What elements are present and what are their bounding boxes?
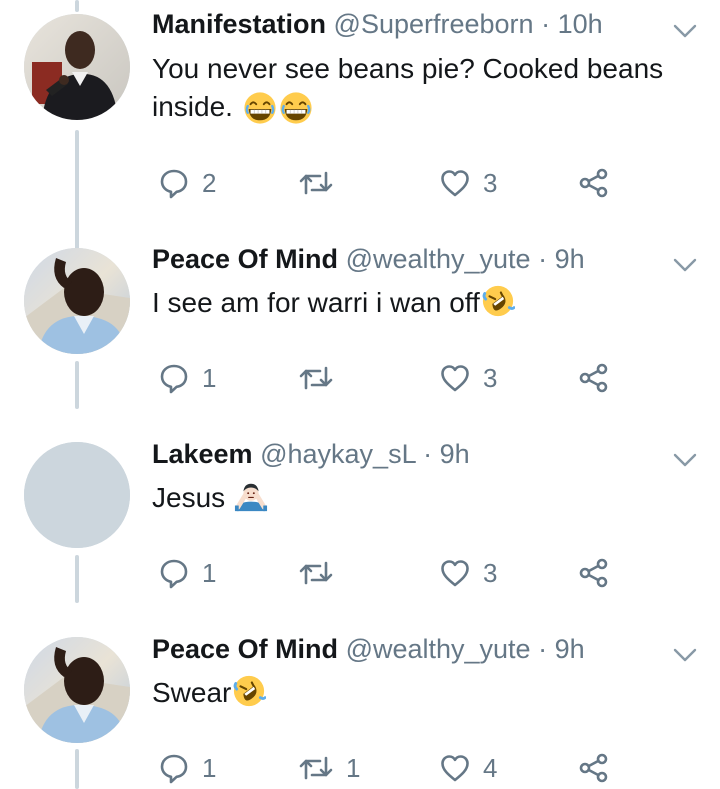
retweet-count: 1 <box>346 752 361 783</box>
chevron-down-icon[interactable] <box>672 256 698 274</box>
tweet-header: Peace Of Mind @wealthy_yute · 9h <box>152 632 585 666</box>
reply-count: 1 <box>202 752 217 783</box>
avatar-image <box>24 14 130 120</box>
like-button[interactable]: 3 <box>439 555 497 591</box>
heart-icon <box>439 167 471 199</box>
grinning-squint-emoji <box>243 91 277 125</box>
tweet-actions: 1 1 4 <box>158 750 628 786</box>
reply-button[interactable]: 1 <box>158 750 216 786</box>
avatar[interactable] <box>24 442 130 548</box>
user-handle[interactable]: @haykay_sL <box>260 439 416 469</box>
share-icon <box>578 167 610 199</box>
tweet-header: Manifestation @Superfreeborn · 10h <box>152 7 603 41</box>
thread-connector <box>75 0 79 12</box>
avatar[interactable] <box>24 637 130 743</box>
tweet-header: Peace Of Mind @wealthy_yute · 9h <box>152 242 585 276</box>
retweet-icon <box>298 167 334 199</box>
tweet-header: Lakeem @haykay_sL · 9h <box>152 437 470 471</box>
display-name[interactable]: Lakeem <box>152 439 253 469</box>
tweet-body: You never see beans pie? Cooked beans in… <box>152 53 664 122</box>
tweet-body: Jesus <box>152 482 226 513</box>
retweet-button[interactable] <box>298 360 346 396</box>
share-button[interactable] <box>578 750 610 786</box>
share-button[interactable] <box>578 360 610 396</box>
retweet-icon <box>298 752 334 784</box>
tweet-body: I see am for warri i wan off <box>152 287 480 318</box>
separator-dot: · <box>541 9 551 39</box>
thread-connector <box>75 555 79 603</box>
tweet-actions: 2 3 <box>158 165 628 201</box>
like-button[interactable]: 3 <box>439 165 497 201</box>
reply-icon <box>158 752 190 784</box>
like-count: 3 <box>483 362 498 393</box>
tweet-actions: 1 3 <box>158 555 628 591</box>
tweet-text: You never see beans pie? Cooked beans in… <box>152 50 697 126</box>
thread-connector <box>75 361 79 409</box>
grinning-squint-emoji <box>279 91 313 125</box>
retweet-icon <box>298 557 334 589</box>
timestamp[interactable]: 9h <box>555 244 585 274</box>
share-button[interactable] <box>578 555 610 591</box>
thread-connector <box>75 749 79 789</box>
chevron-down-icon[interactable] <box>672 646 698 664</box>
user-handle[interactable]: @wealthy_yute <box>346 244 531 274</box>
tweet-actions: 1 3 <box>158 360 628 396</box>
display-name[interactable]: Peace Of Mind <box>152 634 338 664</box>
avatar[interactable] <box>24 14 130 120</box>
reply-icon <box>158 362 190 394</box>
avatar-image <box>24 248 130 354</box>
avatar-image <box>24 637 130 743</box>
reply-button[interactable]: 2 <box>158 165 216 201</box>
avatar[interactable] <box>24 248 130 354</box>
tweet-text: Swear <box>152 674 697 712</box>
heart-icon <box>439 362 471 394</box>
reply-icon <box>158 557 190 589</box>
timestamp[interactable]: 10h <box>558 9 603 39</box>
heart-icon <box>439 752 471 784</box>
share-icon <box>578 752 610 784</box>
like-count: 4 <box>483 752 498 783</box>
retweet-button[interactable]: 1 <box>298 750 360 786</box>
reply-icon <box>158 167 190 199</box>
share-icon <box>578 362 610 394</box>
user-handle[interactable]: @wealthy_yute <box>346 634 531 664</box>
retweet-button[interactable] <box>298 165 346 201</box>
rolling-on-floor-laughing-emoji <box>232 674 266 708</box>
person-gesturing-no-emoji <box>234 479 268 513</box>
display-name[interactable]: Manifestation <box>152 9 326 39</box>
user-handle[interactable]: @Superfreeborn <box>334 9 534 39</box>
chevron-down-icon[interactable] <box>672 451 698 469</box>
share-button[interactable] <box>578 165 610 201</box>
reply-count: 1 <box>202 557 217 588</box>
avatar-placeholder <box>24 442 130 548</box>
display-name[interactable]: Peace Of Mind <box>152 244 338 274</box>
timestamp[interactable]: 9h <box>440 439 470 469</box>
like-button[interactable]: 4 <box>439 750 497 786</box>
tweet-text: I see am for warri i wan off <box>152 284 697 322</box>
heart-icon <box>439 557 471 589</box>
retweet-icon <box>298 362 334 394</box>
like-count: 3 <box>483 557 498 588</box>
separator-dot: · <box>423 439 433 469</box>
rolling-on-floor-laughing-emoji <box>481 284 515 318</box>
reply-count: 2 <box>202 167 217 198</box>
like-button[interactable]: 3 <box>439 360 497 396</box>
timestamp[interactable]: 9h <box>555 634 585 664</box>
reply-button[interactable]: 1 <box>158 555 216 591</box>
chevron-down-icon[interactable] <box>672 22 698 40</box>
like-count: 3 <box>483 167 498 198</box>
separator-dot: · <box>538 634 548 664</box>
separator-dot: · <box>538 244 548 274</box>
reply-count: 1 <box>202 362 217 393</box>
retweet-button[interactable] <box>298 555 346 591</box>
reply-button[interactable]: 1 <box>158 360 216 396</box>
tweet-text: Jesus <box>152 479 697 517</box>
tweet-body: Swear <box>152 677 232 708</box>
share-icon <box>578 557 610 589</box>
